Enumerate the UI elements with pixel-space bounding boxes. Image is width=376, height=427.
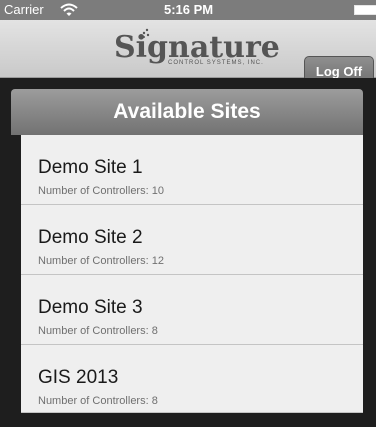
site-name: Demo Site 2: [38, 227, 143, 248]
controller-count: Number of Controllers: 10: [38, 185, 164, 197]
site-list-item[interactable]: Demo Site 3 Number of Controllers: 8: [21, 275, 363, 345]
carrier-label: Carrier: [4, 2, 44, 17]
battery-icon: [354, 5, 376, 15]
site-list-item[interactable]: Demo Site 2 Number of Controllers: 12: [21, 205, 363, 275]
screen: Carrier 5:16 PM Signature CONTROL SYSTEM…: [0, 0, 376, 427]
site-name: GIS 2013: [38, 367, 119, 388]
nav-bar: Signature CONTROL SYSTEMS, INC. Log Off: [0, 20, 376, 88]
controller-count: Number of Controllers: 8: [38, 395, 158, 407]
controller-count: Number of Controllers: 8: [38, 325, 158, 337]
controller-count: Number of Controllers: 12: [38, 255, 164, 267]
logo-subtitle: CONTROL SYSTEMS, INC.: [168, 60, 264, 66]
clock: 5:16 PM: [164, 2, 214, 17]
site-list-item[interactable]: GIS 2013 Number of Controllers: 8: [21, 345, 363, 413]
wifi-icon: [60, 3, 78, 16]
signature-logo: Signature CONTROL SYSTEMS, INC.: [114, 28, 280, 72]
content-frame: Available Sites Demo Site 1 Number of Co…: [0, 78, 376, 427]
site-name: Demo Site 1: [38, 157, 143, 178]
site-list: Demo Site 1 Number of Controllers: 10 De…: [21, 135, 363, 413]
site-name: Demo Site 3: [38, 297, 143, 318]
site-list-item[interactable]: Demo Site 1 Number of Controllers: 10: [21, 135, 363, 205]
page-title: Available Sites: [11, 89, 363, 135]
status-bar: Carrier 5:16 PM: [0, 0, 376, 20]
